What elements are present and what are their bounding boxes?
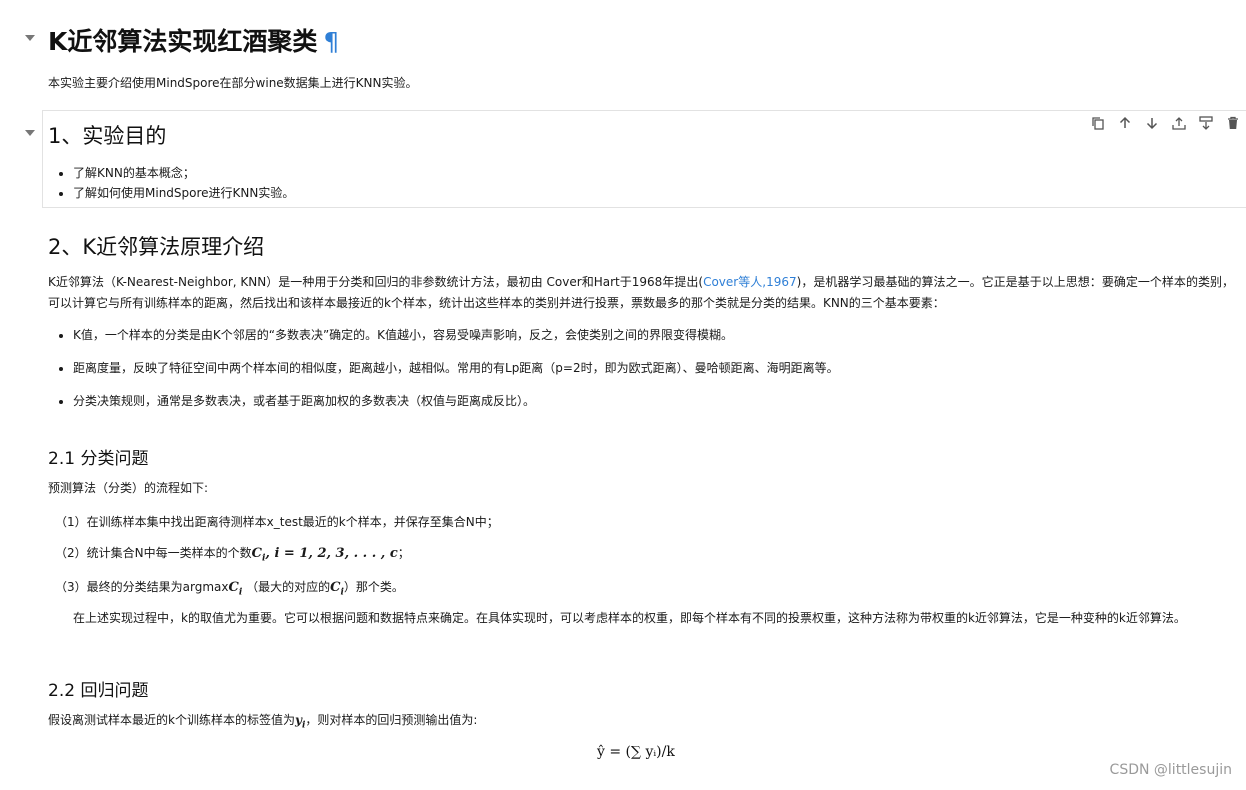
section22-intro: 假设离测试样本最近的k个训练样本的标签值为yi，则对样本的回归预测输出值为:	[48, 711, 477, 730]
regression-formula: ŷ = (∑ yᵢ)/k	[597, 744, 675, 760]
page-title-text: K近邻算法实现红酒聚类	[48, 27, 318, 56]
math-c: Ci	[228, 580, 243, 598]
section21-heading: 2.1 分类问题	[48, 449, 149, 469]
list-item: 了解如何使用MindSpore进行KNN实验。	[73, 183, 294, 203]
step-2-end: ；	[397, 546, 410, 560]
list-item: 距离度量，反映了特征空间中两个样本间的相似度，距离越小，越相似。常用的有Lp距离…	[73, 358, 839, 391]
collapse-toggle-section1[interactable]	[25, 130, 35, 136]
step-3-mid: （最大的对应的	[242, 580, 331, 594]
section1-heading: 1、实验目的	[48, 124, 167, 148]
math-y-letter: y	[294, 713, 302, 727]
math-c-tail: , i = 1, 2, 3, . . . , c	[265, 546, 398, 561]
move-down-icon[interactable]	[1142, 113, 1161, 132]
paragraph-text: K近邻算法（K-Nearest-Neighbor, KNN）是一种用于分类和回归…	[48, 275, 704, 289]
list-item: 分类决策规则，通常是多数表决，或者基于距离加权的多数表决（权值与距离成反比）。	[73, 391, 839, 424]
page-title: K近邻算法实现红酒聚类 ¶	[48, 22, 339, 58]
section22-intro-end: ，则对样本的回归预测输出值为:	[305, 713, 478, 727]
math-c-letter: C	[228, 580, 239, 595]
step-1: （1）在训练样本集中找出距离待测样本x_test最近的k个样本，并保存至集合N中…	[55, 515, 499, 529]
move-up-icon[interactable]	[1115, 113, 1134, 132]
math-y: yi	[294, 713, 306, 731]
step-2: （2）统计集合N中每一类样本的个数Ci, i = 1, 2, 3, . . . …	[55, 544, 410, 564]
step-3-text: （3）最终的分类结果为argmax	[55, 580, 229, 594]
insert-below-icon[interactable]	[1196, 113, 1215, 132]
step-3: （3）最终的分类结果为argmaxCi （最大的对应的Ci）那个类。	[55, 578, 404, 598]
knn-elements-list: K值，一个样本的分类是由K个邻居的“多数表决”确定的。K值越小，容易受噪声影响，…	[56, 325, 839, 424]
math-c: Ci	[330, 580, 344, 598]
delete-icon[interactable]	[1223, 113, 1242, 132]
insert-above-icon[interactable]	[1169, 113, 1188, 132]
cell-toolbar	[1088, 113, 1242, 132]
citation-link[interactable]: Cover等人,1967	[703, 275, 797, 289]
section1-goal-list: 了解KNN的基本概念； 了解如何使用MindSpore进行KNN实验。	[56, 163, 294, 203]
section2-paragraph: K近邻算法（K-Nearest-Neighbor, KNN）是一种用于分类和回归…	[48, 272, 1234, 314]
collapse-toggle-title[interactable]	[25, 35, 35, 41]
list-item: K值，一个样本的分类是由K个邻居的“多数表决”确定的。K值越小，容易受噪声影响，…	[73, 325, 839, 358]
section22-intro-text: 假设离测试样本最近的k个训练样本的标签值为	[48, 713, 295, 727]
list-item: 了解KNN的基本概念；	[73, 163, 294, 183]
anchor-link[interactable]: ¶	[323, 27, 339, 56]
duplicate-icon[interactable]	[1088, 113, 1107, 132]
intro-text: 本实验主要介绍使用MindSpore在部分wine数据集上进行KNN实验。	[48, 76, 418, 90]
math-c-letter: C	[251, 546, 262, 561]
math-c: Ci, i = 1, 2, 3, . . . , c	[251, 546, 398, 564]
step-2-text: （2）统计集合N中每一类样本的个数	[55, 546, 252, 560]
step-3-end: ）那个类。	[343, 580, 404, 594]
section22-heading: 2.2 回归问题	[48, 681, 149, 701]
watermark: CSDN @littlesujin	[1109, 762, 1232, 778]
section2-heading: 2、K近邻算法原理介绍	[48, 235, 265, 259]
section21-intro: 预测算法（分类）的流程如下:	[48, 481, 209, 495]
section21-note: 在上述实现过程中，k的取值尤为重要。它可以根据问题和数据特点来确定。在具体实现时…	[73, 611, 1186, 625]
